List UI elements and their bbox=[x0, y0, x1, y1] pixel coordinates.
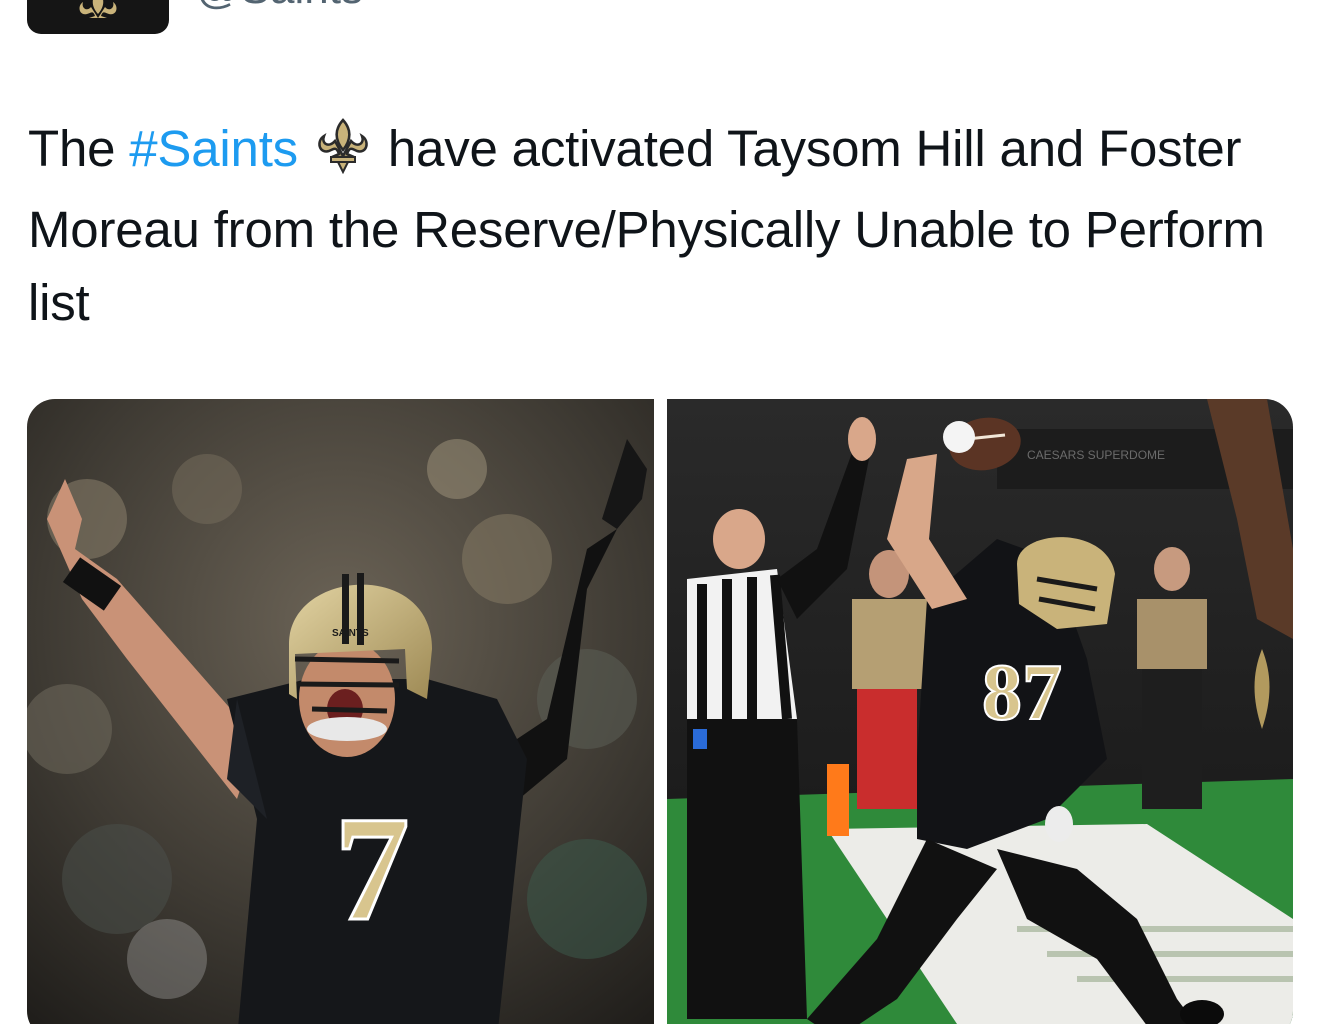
jersey-number: 7 bbox=[335, 786, 410, 952]
account-handle[interactable]: @Saints bbox=[196, 0, 363, 14]
tweet-text-intro: The bbox=[28, 120, 130, 177]
photo-touchdown-spike[interactable]: CAESARS SUPERDOME 87 bbox=[667, 399, 1293, 1024]
hashtag-link[interactable]: #Saints bbox=[129, 120, 298, 177]
media-grid: 7 SAINTS CAESARS SUPERDOME 87 bbox=[27, 399, 1293, 1024]
helmet-text: SAINTS bbox=[332, 628, 369, 639]
photo-celebrating-player[interactable]: 7 SAINTS bbox=[27, 399, 654, 1024]
player-jersey-number: 87 bbox=[982, 649, 1062, 737]
avatar[interactable] bbox=[27, 0, 169, 34]
stadium-banner: CAESARS SUPERDOME bbox=[1027, 448, 1165, 462]
fleur-de-lis-icon bbox=[79, 0, 117, 18]
fleur-de-lis-emoji-icon bbox=[314, 116, 372, 193]
tweet-text: The #Saints have activated Taysom Hill a… bbox=[28, 112, 1278, 339]
